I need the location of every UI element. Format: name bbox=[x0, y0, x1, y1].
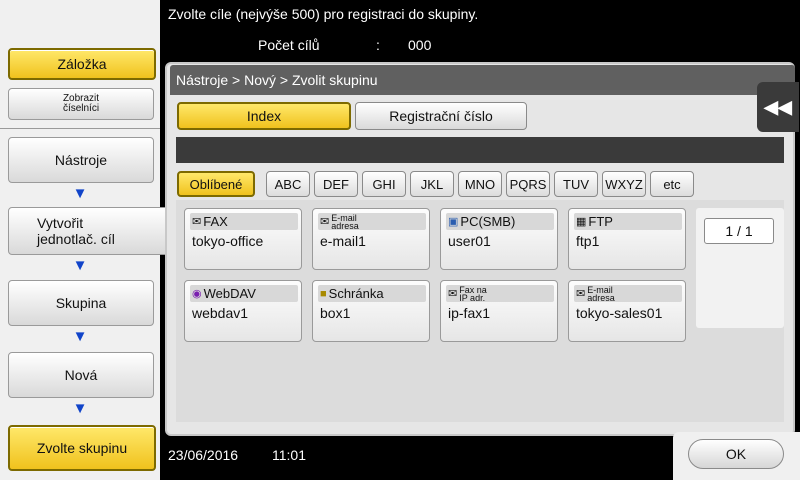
webdav-icon: ◉ bbox=[192, 288, 202, 300]
destination-item[interactable]: ✉ E-mail adresa e-mail1 bbox=[312, 208, 430, 270]
arrow-down-icon: ▼ bbox=[72, 185, 88, 202]
destination-type: ▦ FTP bbox=[574, 213, 682, 230]
destination-name: box1 bbox=[320, 305, 351, 321]
search-bar bbox=[176, 137, 784, 163]
filter-abc[interactable]: ABC bbox=[266, 171, 310, 197]
email-icon: ✉ bbox=[576, 288, 586, 300]
step-select-group-button[interactable]: Zvolte skupinu bbox=[8, 425, 156, 471]
destination-type: ✉ E-mail adresa bbox=[318, 213, 426, 230]
destination-type: ✉ E-mail adresa bbox=[574, 285, 682, 302]
destination-type-label: PC(SMB) bbox=[460, 214, 516, 229]
step-create-destination-button[interactable]: Vytvořit jednotlač. cíl bbox=[8, 207, 182, 255]
destination-type-label: Fax na IP adr. bbox=[459, 285, 487, 303]
destination-type-label: FAX bbox=[203, 214, 228, 229]
show-keypad-label-line2: číselníci bbox=[62, 103, 100, 114]
instruction-text: Zvolte cíle (nejvýše 500) pro registraci… bbox=[168, 6, 479, 22]
type-line2: adresa bbox=[331, 220, 359, 231]
ok-button[interactable]: OK bbox=[688, 439, 784, 469]
filter-tuv[interactable]: TUV bbox=[554, 171, 598, 197]
filter-jkl[interactable]: JKL bbox=[410, 171, 454, 197]
destination-item[interactable]: ■ Schránka box1 bbox=[312, 280, 430, 342]
step-new-button[interactable]: Nová bbox=[8, 352, 154, 398]
filter-etc[interactable]: etc bbox=[650, 171, 694, 197]
destination-type-label: WebDAV bbox=[203, 286, 256, 301]
step-create-label-line2: jednotlač. cíl bbox=[37, 231, 115, 247]
collapse-panel-button[interactable]: ◀◀ bbox=[757, 82, 799, 132]
destination-name: ftp1 bbox=[576, 233, 600, 249]
double-chevron-left-icon: ◀◀ bbox=[764, 96, 792, 117]
step-tools-button[interactable]: Nástroje bbox=[8, 137, 154, 183]
filter-favorites[interactable]: Oblíbené bbox=[177, 171, 255, 197]
arrow-down-icon: ▼ bbox=[72, 328, 88, 345]
fax-icon: ✉ bbox=[192, 216, 202, 228]
destination-item[interactable]: ◉ WebDAV webdav1 bbox=[184, 280, 302, 342]
destination-item[interactable]: ✉ E-mail adresa tokyo-sales01 bbox=[568, 280, 686, 342]
email-icon: ✉ bbox=[320, 216, 330, 228]
destination-type: ■ Schránka bbox=[318, 285, 426, 302]
destination-name: ip-fax1 bbox=[448, 305, 491, 321]
destination-type-label: E-mail adresa bbox=[587, 285, 615, 303]
page-indicator: 1 / 1 bbox=[704, 218, 774, 244]
ip-fax-icon: ✉ bbox=[448, 288, 458, 300]
step-group-button[interactable]: Skupina bbox=[8, 280, 154, 326]
destination-item[interactable]: ▦ FTP ftp1 bbox=[568, 208, 686, 270]
type-line2: IP adr. bbox=[459, 292, 486, 303]
destination-name: webdav1 bbox=[192, 305, 249, 321]
tab-registration-number[interactable]: Registrační číslo bbox=[355, 102, 527, 130]
filter-def[interactable]: DEF bbox=[314, 171, 358, 197]
destination-count-value: 000 bbox=[408, 37, 432, 53]
destination-count-colon: : bbox=[376, 37, 380, 53]
bookmark-button[interactable]: Záložka bbox=[8, 48, 156, 80]
ftp-icon: ▦ bbox=[576, 216, 587, 228]
step-create-label-line1: Vytvořit bbox=[37, 215, 84, 231]
destination-type: ✉ FAX bbox=[190, 213, 298, 230]
show-keypad-button[interactable]: Zobrazit číselníci bbox=[8, 88, 154, 120]
arrow-down-icon: ▼ bbox=[72, 400, 88, 417]
tab-index[interactable]: Index bbox=[177, 102, 351, 130]
destination-type-label: FTP bbox=[588, 214, 613, 229]
arrow-down-icon: ▼ bbox=[72, 257, 88, 274]
destination-item[interactable]: ▣ PC(SMB) user01 bbox=[440, 208, 558, 270]
box-icon: ■ bbox=[320, 287, 327, 300]
destination-type: ▣ PC(SMB) bbox=[446, 213, 554, 230]
destination-item[interactable]: ✉ FAX tokyo-office bbox=[184, 208, 302, 270]
destination-item[interactable]: ✉ Fax na IP adr. ip-fax1 bbox=[440, 280, 558, 342]
pc-icon: ▣ bbox=[448, 216, 459, 228]
destination-type: ◉ WebDAV bbox=[190, 285, 298, 302]
filter-mno[interactable]: MNO bbox=[458, 171, 502, 197]
destination-name: e-mail1 bbox=[320, 233, 366, 249]
breadcrumb: Nástroje > Nový > Zvolit skupinu bbox=[170, 65, 795, 95]
destination-type: ✉ Fax na IP adr. bbox=[446, 285, 554, 302]
destination-type-label: E-mail adresa bbox=[331, 213, 359, 231]
filter-pqrs[interactable]: PQRS bbox=[506, 171, 550, 197]
type-line2: adresa bbox=[587, 292, 615, 303]
filter-ghi[interactable]: GHI bbox=[362, 171, 406, 197]
sidebar: Záložka Zobrazit číselníci Nástroje ▼ Vy… bbox=[0, 0, 182, 480]
time-display: 11:01 bbox=[272, 447, 306, 463]
destination-name: user01 bbox=[448, 233, 491, 249]
destination-type-label: Schránka bbox=[328, 286, 384, 301]
destination-count-label: Počet cílů bbox=[258, 37, 320, 53]
destination-name: tokyo-sales01 bbox=[576, 305, 663, 321]
sidebar-divider bbox=[0, 128, 160, 129]
date-display: 23/06/2016 bbox=[168, 447, 239, 463]
filter-wxyz[interactable]: WXYZ bbox=[602, 171, 646, 197]
destination-name: tokyo-office bbox=[192, 233, 264, 249]
